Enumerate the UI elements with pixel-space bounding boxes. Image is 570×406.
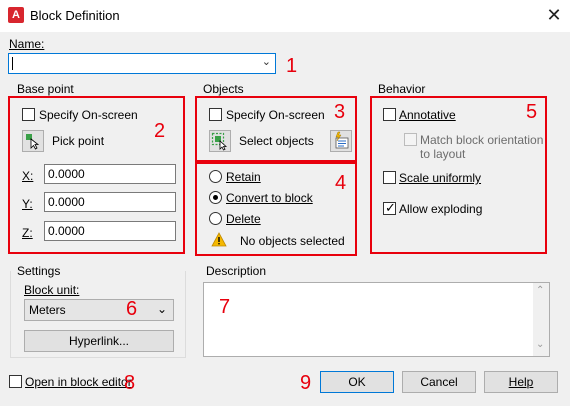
scale-uniformly-checkbox[interactable] xyxy=(383,171,396,184)
description-scrollbar[interactable]: ⌃ ⌄ xyxy=(533,283,549,356)
scroll-down-icon[interactable]: ⌄ xyxy=(536,339,544,350)
objects-group-title: Objects xyxy=(203,82,244,96)
delete-label: Delete xyxy=(226,212,261,226)
callout-5: 5 xyxy=(526,101,538,123)
name-combobox[interactable]: ⌄ xyxy=(8,53,276,74)
description-group-title: Description xyxy=(206,264,267,278)
y-label: Y: xyxy=(22,197,33,211)
retain-radio[interactable] xyxy=(209,170,222,183)
pick-point-icon xyxy=(26,134,40,150)
scroll-up-icon[interactable]: ⌃ xyxy=(536,285,544,296)
retain-label: Retain xyxy=(226,170,261,184)
delete-radio[interactable] xyxy=(209,212,222,225)
callout-9: 9 xyxy=(300,372,312,394)
warning-icon xyxy=(211,232,227,247)
callout-8: 8 xyxy=(124,372,136,394)
match-orientation-checkbox[interactable] xyxy=(404,133,417,146)
allow-exploding-label: Allow exploding xyxy=(399,202,483,216)
title-bar: A Block Definition ✕ xyxy=(0,0,570,32)
allow-exploding-checkbox[interactable] xyxy=(383,200,396,216)
annotative-label: Annotative xyxy=(399,108,456,122)
quick-select-button[interactable] xyxy=(330,130,352,152)
ok-button[interactable]: OK xyxy=(320,371,394,393)
quick-select-icon xyxy=(335,131,349,149)
window-title: Block Definition xyxy=(30,8,120,23)
help-button[interactable]: Help xyxy=(484,371,558,393)
objects-select-highlight xyxy=(195,96,357,162)
description-textarea[interactable]: ⌃ ⌄ xyxy=(203,282,550,357)
cancel-button[interactable]: Cancel xyxy=(402,371,476,393)
pick-point-button[interactable] xyxy=(22,130,44,152)
base-point-group-title: Base point xyxy=(17,82,74,96)
x-field[interactable]: 0.0000 xyxy=(44,164,176,184)
callout-6: 6 xyxy=(126,298,138,320)
no-objects-status: No objects selected xyxy=(240,234,345,248)
match-orientation-label-2: to layout xyxy=(420,147,466,161)
convert-to-block-radio[interactable] xyxy=(209,191,222,204)
callout-1: 1 xyxy=(286,55,298,77)
chevron-down-icon[interactable]: ⌄ xyxy=(262,55,271,68)
select-objects-icon xyxy=(211,132,228,151)
annotative-checkbox[interactable] xyxy=(383,108,396,121)
z-label: Z: xyxy=(22,226,33,240)
open-in-block-editor-label: Open in block editor xyxy=(25,375,132,389)
base-specify-onscreen-label: Specify On-screen xyxy=(39,108,138,122)
callout-2: 2 xyxy=(154,120,166,142)
behavior-group-title: Behavior xyxy=(378,82,426,96)
hyperlink-button[interactable]: Hyperlink... xyxy=(24,330,174,352)
select-objects-button[interactable] xyxy=(209,130,231,152)
select-objects-label: Select objects xyxy=(239,134,314,148)
text-caret xyxy=(12,57,13,70)
z-field[interactable]: 0.0000 xyxy=(44,221,176,241)
objects-specify-onscreen-label: Specify On-screen xyxy=(226,108,325,122)
scale-uniformly-label: Scale uniformly xyxy=(399,171,482,185)
match-orientation-label-1: Match block orientation xyxy=(420,133,544,147)
block-unit-value: Meters xyxy=(29,303,66,317)
convert-to-block-label: Convert to block xyxy=(226,191,313,205)
autocad-app-icon: A xyxy=(8,7,24,23)
pick-point-label: Pick point xyxy=(52,134,105,148)
objects-specify-onscreen-checkbox[interactable] xyxy=(209,108,222,121)
name-label: Name: xyxy=(9,37,45,51)
chevron-down-icon: ⌄ xyxy=(156,302,167,316)
close-icon[interactable]: ✕ xyxy=(543,4,565,26)
block-unit-select[interactable]: Meters ⌄ xyxy=(24,299,174,321)
callout-3: 3 xyxy=(334,101,346,123)
callout-7: 7 xyxy=(219,296,231,318)
x-label: X: xyxy=(22,169,34,183)
callout-4: 4 xyxy=(335,172,347,194)
open-in-block-editor-checkbox[interactable] xyxy=(9,375,22,388)
y-field[interactable]: 0.0000 xyxy=(44,192,176,212)
block-unit-label: Block unit: xyxy=(24,283,80,297)
base-specify-onscreen-checkbox[interactable] xyxy=(22,108,35,121)
